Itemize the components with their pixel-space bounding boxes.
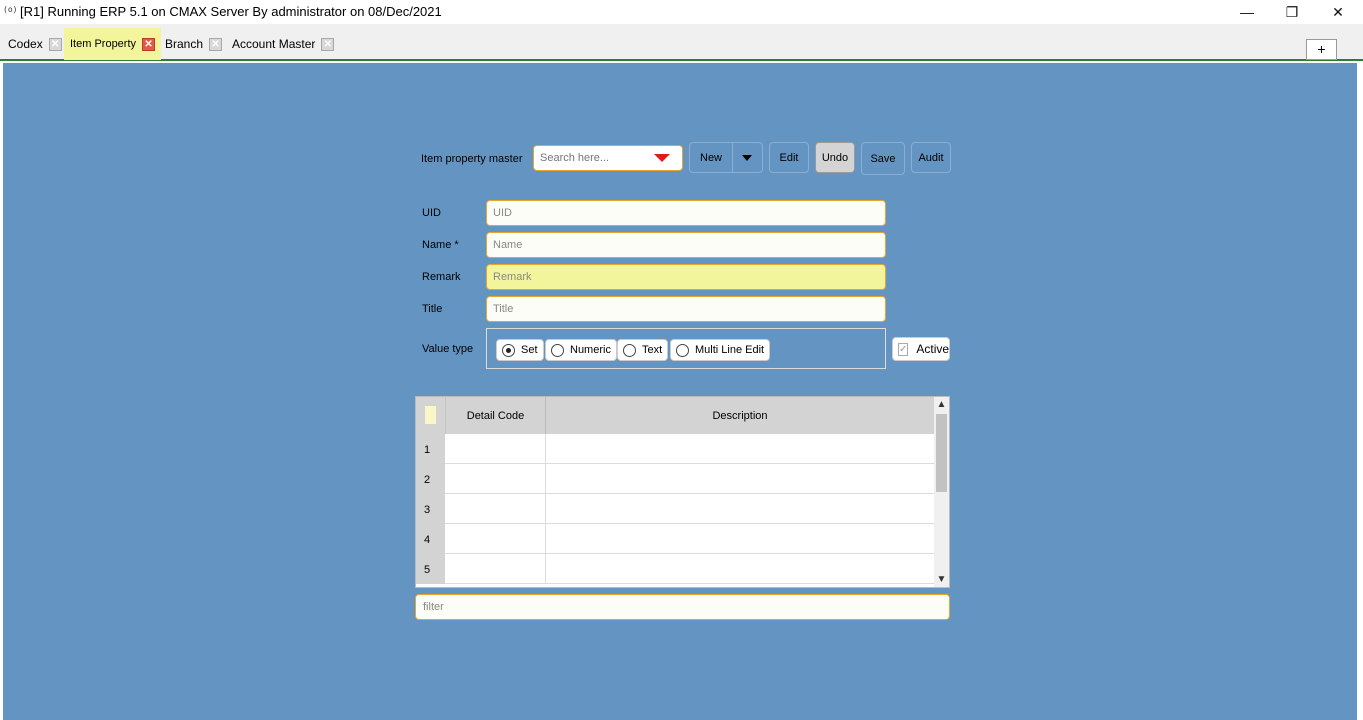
audit-button[interactable]: Audit [911, 142, 951, 173]
row-number: 2 [416, 464, 445, 494]
tab-label: Branch [165, 37, 204, 51]
table-row[interactable]: 2 [416, 464, 934, 494]
search-placeholder: Search here... [540, 152, 610, 164]
uid-field[interactable]: UID [486, 200, 886, 226]
tab-close-icon[interactable]: ✕ [321, 37, 335, 51]
scroll-down-icon[interactable]: ▼ [934, 572, 949, 587]
tab-item-property[interactable]: Item Property ✕ [64, 28, 162, 60]
detail-code-cell[interactable] [445, 524, 546, 554]
dropdown-arrow-icon[interactable] [654, 154, 670, 162]
tab-branch[interactable]: Branch ✕ [159, 28, 228, 60]
tab-label: Account Master [232, 37, 316, 51]
radio-icon [502, 343, 515, 357]
radio-text[interactable]: Text [617, 339, 669, 361]
name-placeholder: Name [493, 239, 523, 251]
detail-code-cell[interactable] [445, 494, 546, 524]
restore-button[interactable]: ❐ [1269, 0, 1315, 24]
edit-button[interactable]: Edit [769, 142, 809, 173]
close-window-button[interactable]: ✕ [1315, 0, 1361, 24]
radio-label: Set [521, 344, 538, 356]
table-row[interactable]: 5 [416, 554, 934, 584]
remark-field[interactable]: Remark [486, 264, 886, 290]
title-field[interactable]: Title [486, 296, 886, 322]
tab-close-icon[interactable]: ✕ [48, 37, 62, 51]
new-button-label: New [700, 152, 723, 164]
radio-set[interactable]: Set [496, 339, 544, 361]
chevron-down-icon[interactable] [742, 155, 752, 161]
grid-header: Detail Code Description [416, 397, 934, 434]
name-label: Name * [422, 239, 459, 251]
radio-label: Multi Line Edit [695, 344, 765, 356]
radio-icon [551, 343, 564, 357]
search-input[interactable]: Search here... [533, 145, 683, 171]
title-bar: (o) [R1] Running ERP 5.1 on CMAX Server … [0, 0, 1363, 24]
detail-code-cell[interactable] [445, 554, 546, 584]
column-header-description[interactable]: Description [546, 397, 934, 434]
divider [732, 143, 733, 172]
row-number: 5 [416, 554, 445, 584]
window-title: [R1] Running ERP 5.1 on CMAX Server By a… [20, 4, 442, 19]
save-button[interactable]: Save [861, 142, 905, 175]
scrollbar-thumb[interactable] [936, 414, 947, 492]
value-type-label: Value type [422, 343, 474, 355]
tab-close-icon[interactable]: ✕ [209, 37, 223, 51]
minimize-button[interactable]: — [1224, 0, 1270, 24]
item-property-panel: Item property master Search here... New … [3, 63, 1357, 720]
detail-grid: Detail Code Description 1 2 3 4 5 ▲ ▼ [415, 396, 950, 588]
new-button[interactable]: New [689, 142, 763, 173]
active-label: Active [916, 342, 950, 356]
table-row[interactable]: 3 [416, 494, 934, 524]
add-tab-button[interactable]: + [1306, 39, 1337, 60]
table-row[interactable]: 1 [416, 434, 934, 464]
title-placeholder: Title [493, 303, 514, 315]
uid-label: UID [422, 207, 441, 219]
value-type-group: Set Numeric Text Multi Line Edit [486, 328, 886, 369]
check-icon: ✓ [898, 342, 909, 356]
tab-codex[interactable]: Codex ✕ [2, 28, 68, 60]
app-icon: (o) [3, 5, 18, 14]
radio-numeric[interactable]: Numeric [545, 339, 617, 361]
scroll-up-icon[interactable]: ▲ [934, 397, 949, 412]
undo-button[interactable]: Undo [815, 142, 855, 173]
tab-bar: Codex ✕ Item Property ✕ Branch ✕ Account… [0, 24, 1363, 61]
column-header-detail-code[interactable]: Detail Code [445, 397, 546, 434]
radio-label: Numeric [570, 344, 611, 356]
tab-label: Item Property [70, 38, 137, 50]
active-checkbox[interactable]: ✓ Active [892, 337, 950, 361]
remark-placeholder: Remark [493, 271, 532, 283]
radio-multi-line-edit[interactable]: Multi Line Edit [670, 339, 771, 361]
select-all-cell[interactable] [425, 406, 436, 424]
row-number: 3 [416, 494, 445, 524]
tab-label: Codex [8, 37, 43, 51]
detail-code-cell[interactable] [445, 464, 546, 494]
vertical-scrollbar[interactable]: ▲ ▼ [934, 397, 949, 587]
form-title-label: Item property master [421, 153, 523, 165]
detail-code-cell[interactable] [445, 434, 546, 464]
remark-label: Remark [422, 271, 461, 283]
row-number: 1 [416, 434, 445, 464]
radio-icon [676, 343, 689, 357]
tab-account-master[interactable]: Account Master ✕ [226, 28, 340, 60]
filter-input[interactable]: filter [415, 594, 950, 620]
name-field[interactable]: Name [486, 232, 886, 258]
radio-label: Text [642, 344, 663, 356]
title-label: Title [422, 303, 443, 315]
table-row[interactable]: 4 [416, 524, 934, 554]
radio-icon [623, 343, 636, 357]
uid-placeholder: UID [493, 207, 512, 219]
row-number: 4 [416, 524, 445, 554]
filter-placeholder: filter [423, 601, 444, 613]
tab-close-icon[interactable]: ✕ [142, 37, 156, 51]
